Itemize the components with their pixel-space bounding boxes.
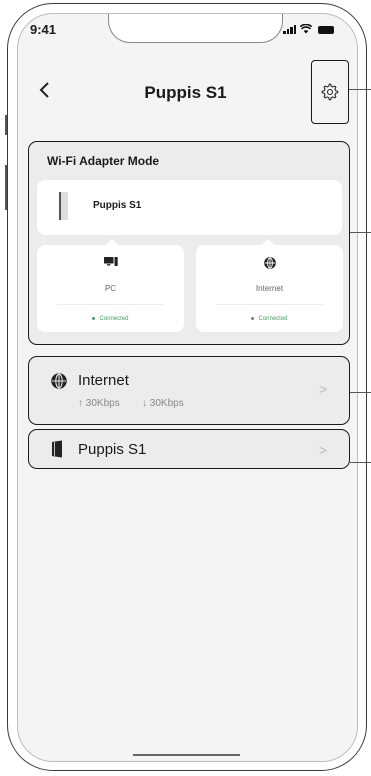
pc-node: PC Connected xyxy=(37,245,184,332)
globe-icon xyxy=(51,373,67,389)
device-row: Puppis S1 xyxy=(37,180,342,235)
pc-status: Connected xyxy=(37,316,184,322)
chevron-right-icon: > xyxy=(318,381,327,397)
battery-icon xyxy=(318,26,334,34)
callout-line xyxy=(350,392,371,393)
device-image xyxy=(59,192,68,220)
settings-button[interactable] xyxy=(311,60,349,124)
callout-line xyxy=(349,89,371,90)
device-item-label: Puppis S1 xyxy=(78,441,147,458)
upload-speed: ↑ 30Kbps xyxy=(78,398,120,409)
callout-line xyxy=(350,232,371,233)
device-name: Puppis S1 xyxy=(93,200,142,211)
globe-icon xyxy=(263,257,276,269)
router-icon xyxy=(52,440,62,458)
wifi-icon xyxy=(300,24,312,34)
callout-line xyxy=(350,462,371,463)
device-list-item[interactable]: Puppis S1 > xyxy=(28,429,350,469)
notch xyxy=(108,14,283,43)
status-icons xyxy=(283,24,334,34)
internet-label: Internet xyxy=(255,284,284,293)
signal-icon xyxy=(283,25,296,34)
adapter-mode-card: Wi-Fi Adapter Mode Puppis S1 PC Connecte… xyxy=(28,141,350,345)
internet-node: Internet Connected xyxy=(196,245,343,332)
internet-item-label: Internet xyxy=(78,372,129,389)
chevron-right-icon: > xyxy=(318,442,327,458)
download-speed: ↓ 30Kbps xyxy=(142,398,184,409)
mute-switch xyxy=(5,115,7,135)
gear-icon xyxy=(321,83,339,101)
internet-status: Connected xyxy=(196,316,343,322)
pc-icon xyxy=(103,257,118,266)
pc-label: PC xyxy=(104,284,117,293)
status-time: 9:41 xyxy=(30,22,57,37)
adapter-mode-title: Wi-Fi Adapter Mode xyxy=(47,154,160,168)
volume-button xyxy=(5,165,7,210)
internet-list-item[interactable]: Internet ↑ 30Kbps ↓ 30Kbps > xyxy=(28,356,350,425)
home-indicator xyxy=(133,754,240,756)
